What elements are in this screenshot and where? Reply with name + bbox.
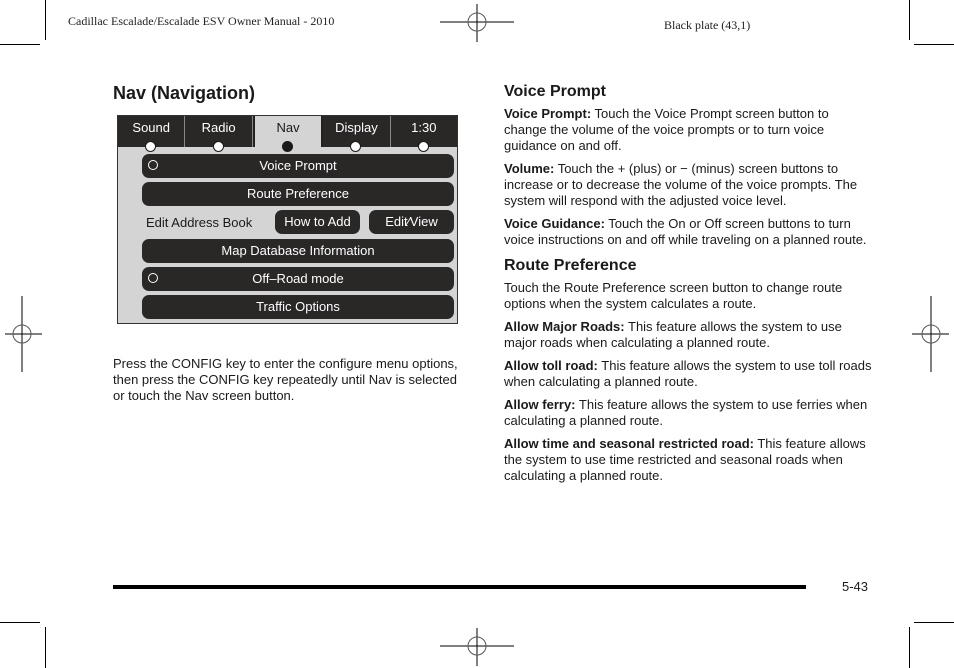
registration-mark-bottom: [440, 628, 514, 666]
crop-mark: [45, 627, 46, 668]
term: Allow toll road:: [504, 358, 598, 373]
crop-mark: [909, 0, 910, 40]
registration-mark-right: [912, 296, 949, 372]
allow-ferry-item: Allow ferry: This feature allows the sys…: [504, 397, 874, 429]
registration-mark-top: [440, 4, 514, 42]
crop-mark: [909, 627, 910, 668]
button-label: Edit∕View: [385, 214, 438, 229]
nav-screen-illustration: Sound Radio Nav Display 1:30 Voice Promp…: [117, 115, 458, 324]
radio-indicator-icon: [148, 160, 158, 170]
button-label: Off–Road mode: [252, 271, 344, 286]
tab-label: Nav: [276, 120, 300, 135]
plate-label: Black plate (43,1): [664, 18, 751, 32]
voice-prompt-heading: Voice Prompt: [504, 83, 606, 100]
right-column: Voice Prompt Voice Prompt: Touch the Voi…: [504, 84, 874, 491]
term: Volume:: [504, 161, 555, 176]
section-title: Nav (Navigation): [113, 83, 256, 103]
voice-prompt-button[interactable]: Voice Prompt: [142, 154, 454, 178]
radio-indicator-icon: [148, 273, 158, 283]
allow-toll-road-item: Allow toll road: This feature allows the…: [504, 358, 874, 390]
crop-mark: [0, 622, 40, 623]
definition: Touch the + (plus) or − (minus) screen b…: [504, 161, 858, 208]
tab-nav[interactable]: Nav: [252, 116, 324, 152]
footer-rule: [113, 585, 806, 589]
manual-title: Cadillac Escalade/Escalade ESV Owner Man…: [68, 14, 335, 28]
tab-indicator-icon: [282, 141, 294, 152]
tab-display[interactable]: Display: [323, 116, 391, 152]
button-label: Map Database Information: [221, 243, 375, 258]
registration-mark-left: [5, 296, 42, 372]
tab-indicator-icon: [350, 141, 362, 152]
tab-radio[interactable]: Radio: [185, 116, 253, 152]
allow-major-roads-item: Allow Major Roads: This feature allows t…: [504, 319, 874, 351]
term: Voice Prompt:: [504, 106, 592, 121]
off-road-mode-button[interactable]: Off–Road mode: [142, 267, 454, 291]
crop-mark: [45, 0, 46, 40]
edit-view-button[interactable]: Edit∕View: [369, 210, 454, 234]
voice-prompt-item: Voice Prompt: Touch the Voice Prompt scr…: [504, 106, 874, 154]
term: Allow Major Roads:: [504, 319, 625, 334]
crop-mark: [914, 44, 954, 45]
how-to-add-button[interactable]: How to Add: [275, 210, 360, 234]
button-label: How to Add: [284, 214, 351, 229]
page-number: 5-43: [842, 579, 869, 594]
route-preference-intro: Touch the Route Preference screen button…: [504, 280, 843, 311]
tab-label: 1:30: [411, 120, 437, 135]
crop-mark: [0, 44, 40, 45]
voice-guidance-item: Voice Guidance: Touch the On or Off scre…: [504, 216, 874, 248]
route-preference-button[interactable]: Route Preference: [142, 182, 454, 206]
tab-indicator-icon: [145, 141, 157, 152]
crop-mark: [914, 622, 954, 623]
button-label: Voice Prompt: [259, 158, 337, 173]
allow-restricted-road-item: Allow time and seasonal restricted road:…: [504, 436, 874, 484]
tab-label: Radio: [201, 120, 236, 135]
volume-item: Volume: Touch the + (plus) or − (minus) …: [504, 161, 874, 209]
term: Allow time and seasonal restricted road:: [504, 436, 754, 451]
edit-address-book-label: Edit Address Book: [146, 215, 253, 230]
button-label: Traffic Options: [256, 299, 340, 314]
tab-indicator-icon: [212, 141, 224, 152]
tab-clock[interactable]: 1:30: [390, 116, 458, 152]
term: Voice Guidance:: [504, 216, 605, 231]
traffic-options-button[interactable]: Traffic Options: [142, 295, 454, 319]
tab-bar: Sound Radio Nav Display 1:30: [118, 116, 458, 152]
button-label: Route Preference: [247, 186, 349, 201]
tab-indicator-icon: [417, 141, 429, 152]
tab-label: Display: [335, 120, 378, 135]
intro-paragraph: Press the CONFIG key to enter the config…: [113, 356, 458, 403]
tab-sound[interactable]: Sound: [118, 116, 186, 152]
route-preference-heading: Route Preference: [504, 257, 637, 274]
map-database-button[interactable]: Map Database Information: [142, 239, 454, 263]
term: Allow ferry:: [504, 397, 576, 412]
tab-label: Sound: [132, 120, 170, 135]
